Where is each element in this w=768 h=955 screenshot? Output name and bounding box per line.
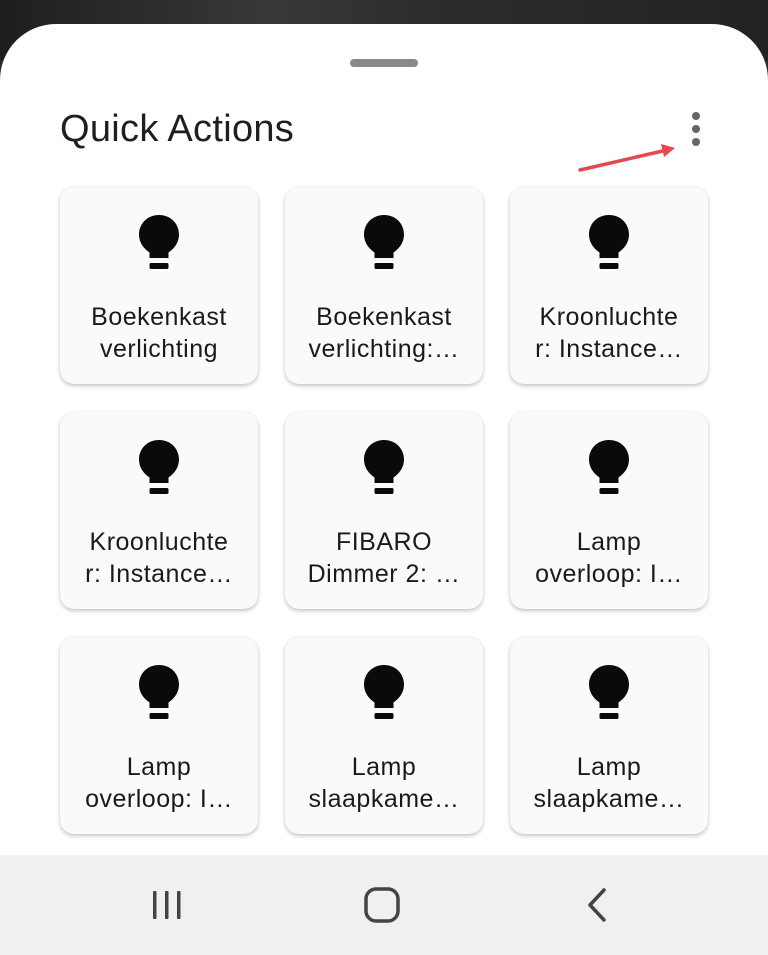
more-options-icon: [692, 112, 700, 120]
lightbulb-icon: [139, 665, 179, 719]
more-options-dot: [692, 125, 700, 133]
lightbulb-icon: [139, 440, 179, 494]
recent-apps-icon: [153, 891, 181, 919]
quick-action-tile[interactable]: Boekenkast verlichting: [60, 187, 258, 384]
sheet-drag-handle[interactable]: [350, 59, 418, 67]
back-icon: [588, 888, 606, 922]
system-navigation-bar: [0, 855, 768, 955]
quick-action-tile[interactable]: Lamp slaapkame…: [510, 637, 708, 834]
quick-action-tile[interactable]: Lamp slaapkame…: [285, 637, 483, 834]
tile-label: Boekenkast verlichting:…: [308, 303, 460, 363]
recent-apps-button[interactable]: [117, 873, 217, 937]
lightbulb-icon: [364, 215, 404, 269]
quick-actions-bottom-sheet: Quick Actions Boekenkast verlichting Boe…: [0, 24, 768, 855]
annotation-arrow-icon: [578, 144, 675, 172]
quick-action-tile[interactable]: Kroonluchte r: Instance…: [60, 412, 258, 609]
lightbulb-icon: [364, 440, 404, 494]
quick-action-tile[interactable]: Kroonluchte r: Instance…: [510, 187, 708, 384]
lightbulb-icon: [589, 215, 629, 269]
lightbulb-icon: [589, 440, 629, 494]
lightbulb-icon: [364, 665, 404, 719]
quick-action-tile[interactable]: Lamp overloop: I…: [60, 637, 258, 834]
quick-action-tile[interactable]: Boekenkast verlichting:…: [285, 187, 483, 384]
home-button[interactable]: [332, 873, 432, 937]
lightbulb-icon: [589, 665, 629, 719]
tile-label: Lamp slaapkame…: [308, 753, 460, 813]
more-options-button[interactable]: [675, 106, 717, 152]
page-title: Quick Actions: [60, 108, 295, 150]
lightbulb-icon: [139, 215, 179, 269]
tile-label: Lamp overloop: I…: [85, 753, 233, 813]
tile-label: Kroonluchte r: Instance…: [535, 303, 683, 363]
tile-label: Lamp overloop: I…: [535, 528, 683, 588]
tile-label: FIBARO Dimmer 2: …: [307, 528, 461, 588]
quick-action-tile[interactable]: FIBARO Dimmer 2: …: [285, 412, 483, 609]
tile-label: Kroonluchte r: Instance…: [85, 528, 233, 588]
quick-action-tile[interactable]: Lamp overloop: I…: [510, 412, 708, 609]
more-options-dot: [692, 138, 700, 146]
tile-label: Boekenkast verlichting: [91, 303, 227, 363]
home-icon: [364, 887, 400, 923]
tile-label: Lamp slaapkame…: [533, 753, 685, 813]
back-button[interactable]: [547, 873, 647, 937]
